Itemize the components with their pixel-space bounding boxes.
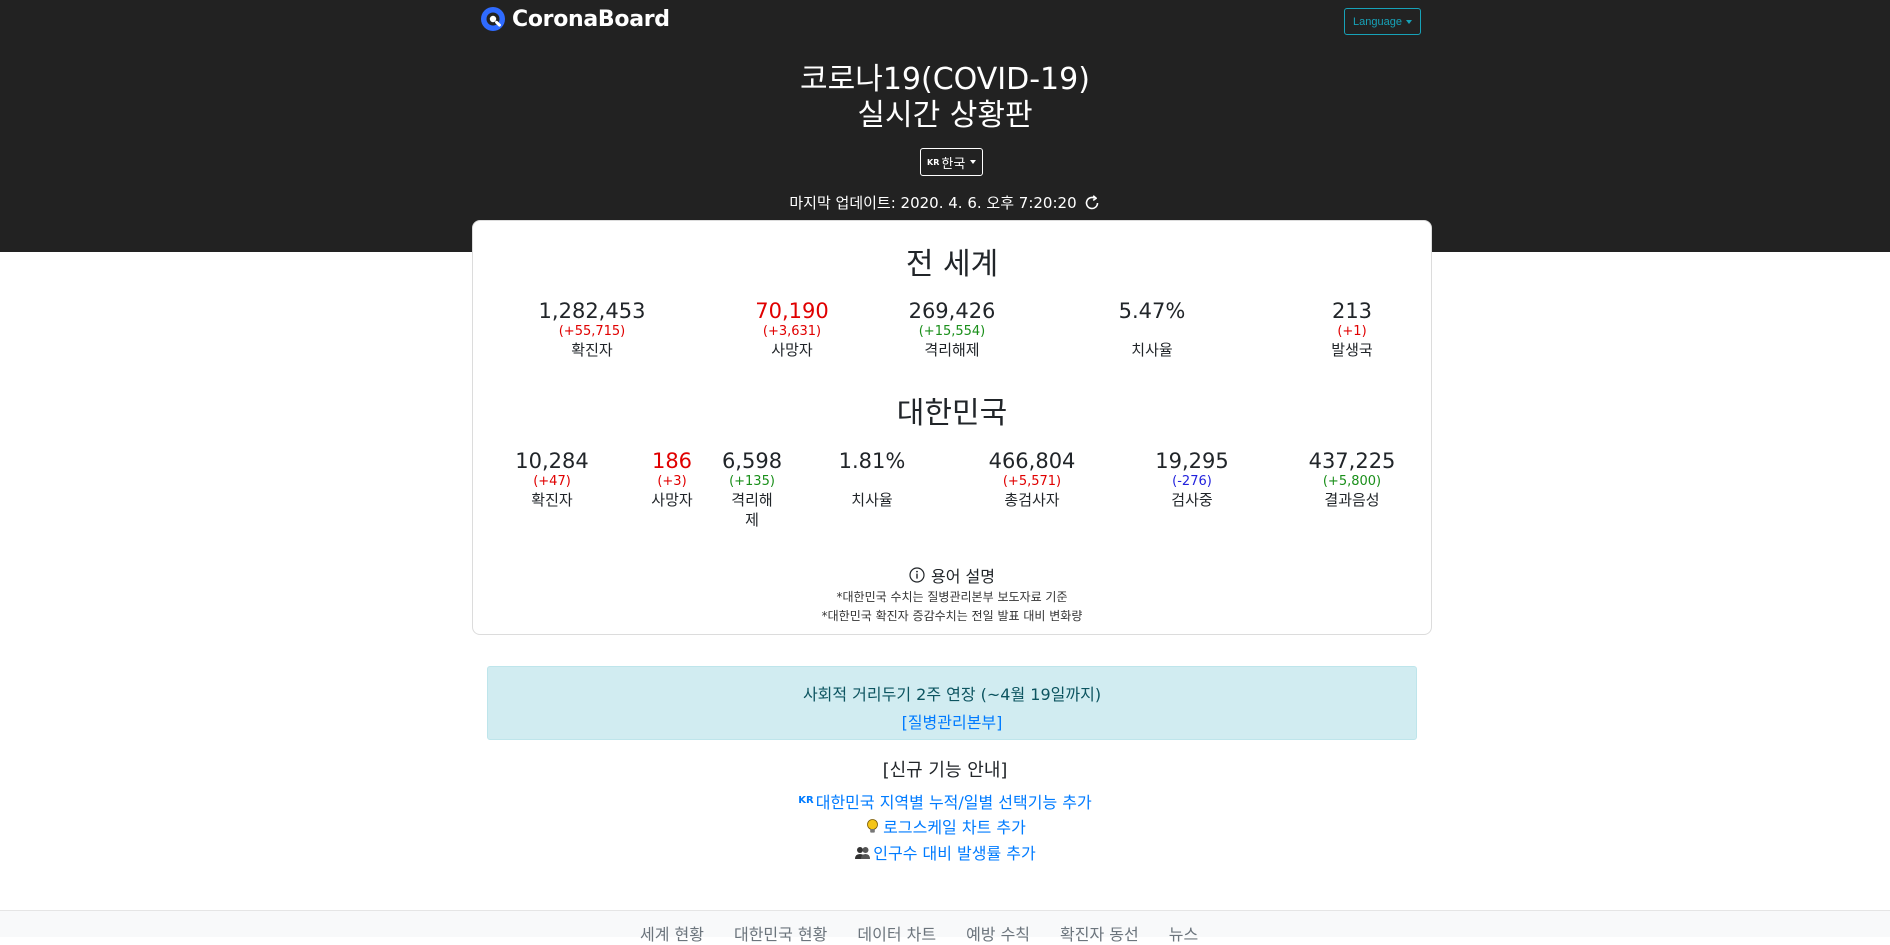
- page-title: 코로나19(COVID-19) 실시간 상황판: [0, 62, 1890, 134]
- stat-value: 1.81%: [838, 449, 906, 473]
- stat-delta: (+5,800): [1322, 474, 1382, 489]
- feature-link-logscale[interactable]: 로그스케일 차트 추가: [864, 814, 1026, 838]
- nav-item-charts[interactable]: 데이터 차트: [857, 921, 936, 945]
- nav-item-prevention[interactable]: 예방 수칙: [966, 921, 1030, 945]
- terms-label: 용어 설명: [931, 567, 995, 586]
- stat-label: 총검사자: [1004, 491, 1060, 509]
- refresh-icon[interactable]: [1083, 194, 1101, 212]
- kr-flag-icon: KR: [798, 795, 814, 806]
- alert-text: 사회적 거리두기 2주 연장 (~4월 19일까지): [802, 685, 1102, 704]
- korea-stat-negative: 437,225 (+5,800) 결과음성: [1309, 449, 1396, 510]
- stat-delta: (+3): [657, 474, 687, 489]
- korea-stat-total-tested: 466,804 (+5,571) 총검사자: [989, 449, 1076, 510]
- lightbulb-icon: [867, 818, 879, 833]
- kr-flag-icon: KR: [927, 157, 940, 167]
- stat-delta: [839, 473, 906, 490]
- alert-source-link[interactable]: [질병관리본부]: [488, 709, 1416, 733]
- stat-label: 격리해제: [924, 341, 980, 359]
- stat-label: 치사율: [851, 491, 893, 509]
- coronaboard-logo-icon: [481, 7, 505, 31]
- stat-value: 5.47%: [1118, 299, 1186, 323]
- feature-text: 대한민국 지역별 누적/일별 선택기능 추가: [815, 792, 1092, 812]
- stat-delta: (+135): [729, 474, 775, 489]
- stat-delta: [1119, 323, 1186, 340]
- stat-delta: (-276): [1172, 474, 1212, 489]
- announcement-alert: 사회적 거리두기 2주 연장 (~4월 19일까지) [질병관리본부]: [487, 666, 1417, 740]
- feature-item-population: 인구수 대비 발생률 추가: [0, 840, 1890, 865]
- stat-delta: (+1): [1337, 324, 1367, 339]
- feature-item-logscale: 로그스케일 차트 추가: [0, 814, 1890, 839]
- stat-label: 발생국: [1331, 341, 1373, 359]
- world-stat-deaths: 70,190 (+3,631) 사망자: [755, 299, 828, 360]
- nav-item-korea[interactable]: 대한민국 현황: [734, 921, 827, 945]
- stats-card: 전 세계 1,282,453 (+55,715) 확진자 70,190 (+3,…: [472, 220, 1432, 635]
- stat-label-line2: 제: [745, 511, 759, 529]
- stat-delta: (+47): [533, 474, 571, 489]
- stat-value: 437,225: [1308, 449, 1396, 473]
- world-stat-fatality-rate: 5.47% 치사율: [1119, 299, 1186, 360]
- last-updated: 마지막 업데이트: 2020. 4. 6. 오후 7:20:20: [0, 192, 1890, 213]
- korea-stat-deaths: 186 (+3) 사망자: [651, 449, 692, 510]
- footer-nav-list: 세계 현황 대한민국 현황 데이터 차트 예방 수칙 확진자 동선 뉴스: [640, 921, 1198, 945]
- stat-value: 19,295: [1155, 449, 1229, 473]
- stat-value: 269,426: [908, 299, 996, 323]
- world-stat-countries: 213 (+1) 발생국: [1331, 299, 1372, 360]
- stat-delta: (+15,554): [918, 324, 986, 339]
- nav-item-news[interactable]: 뉴스: [1169, 921, 1198, 945]
- korea-stat-testing: 19,295 (-276) 검사중: [1155, 449, 1228, 510]
- korea-stat-fatality-rate: 1.81% 치사율: [839, 449, 906, 510]
- korea-section-title: 대한민국: [896, 396, 1008, 431]
- people-icon: [855, 846, 871, 859]
- stat-label: 치사율: [1131, 341, 1173, 359]
- stat-label: 결과음성: [1324, 491, 1380, 509]
- info-icon: [909, 567, 925, 583]
- feature-text: 인구수 대비 발생률 추가: [873, 844, 1036, 863]
- stat-value: 186: [651, 449, 693, 473]
- country-label: 한국: [941, 156, 966, 172]
- stat-value: 70,190: [755, 299, 829, 323]
- change-note: *대한민국 확진자 증감수치는 전일 발표 대비 변화량: [821, 609, 1083, 623]
- page-title-line2: 실시간 상황판: [857, 98, 1033, 133]
- stat-value: 213: [1331, 299, 1373, 323]
- stat-label: 사망자: [771, 341, 813, 359]
- stat-label: 확진자: [571, 341, 613, 359]
- korea-stat-recovered: 6,598 (+135) 격리해 제: [722, 449, 782, 530]
- stat-value: 1,282,453: [538, 299, 646, 323]
- language-button-label: Language: [1353, 15, 1402, 28]
- new-features-title: [신규 기능 안내]: [882, 760, 1008, 781]
- bottom-navigation: 세계 현황 대한민국 현황 데이터 차트 예방 수칙 확진자 동선 뉴스: [0, 910, 1890, 944]
- stat-value: 10,284: [515, 449, 589, 473]
- last-updated-text: 마지막 업데이트: 2020. 4. 6. 오후 7:20:20: [789, 194, 1077, 212]
- world-stat-confirmed: 1,282,453 (+55,715) 확진자: [539, 299, 646, 360]
- page-title-line1: 코로나19(COVID-19): [800, 62, 1090, 97]
- source-note: *대한민국 수치는 질병관리본부 보도자료 기준: [836, 590, 1068, 604]
- stat-delta: (+55,715): [558, 324, 626, 339]
- world-section-title: 전 세계: [905, 247, 999, 282]
- korea-stat-confirmed: 10,284 (+47) 확진자: [515, 449, 588, 510]
- nav-item-routes[interactable]: 확진자 동선: [1060, 921, 1139, 945]
- feature-link-population[interactable]: 인구수 대비 발생률 추가: [854, 840, 1036, 864]
- stat-label-line1: 격리해: [731, 491, 773, 509]
- feature-text: 로그스케일 차트 추가: [883, 818, 1026, 837]
- language-dropdown-button[interactable]: Language: [1344, 8, 1421, 35]
- stat-value: 6,598: [721, 449, 783, 473]
- world-stat-recovered: 269,426 (+15,554) 격리해제: [909, 299, 996, 360]
- feature-item-region: KR 대한민국 지역별 누적/일별 선택기능 추가: [0, 788, 1890, 813]
- brand-name: CoronaBoard: [512, 6, 670, 32]
- stat-delta: (+5,571): [1002, 474, 1062, 489]
- stat-delta: (+3,631): [762, 324, 822, 339]
- country-dropdown-button[interactable]: KR 한국: [920, 148, 984, 176]
- stat-value: 466,804: [988, 449, 1076, 473]
- stat-label: 검사중: [1171, 491, 1213, 509]
- terms-explanation-link[interactable]: 용어 설명: [473, 563, 1431, 587]
- caret-down-icon: [970, 160, 977, 164]
- nav-item-world[interactable]: 세계 현황: [640, 921, 704, 945]
- stat-label: 사망자: [651, 491, 693, 509]
- caret-down-icon: [1405, 19, 1412, 24]
- feature-link-region[interactable]: KR 대한민국 지역별 누적/일별 선택기능 추가: [798, 789, 1091, 813]
- stat-label: 확진자: [531, 491, 573, 509]
- brand-logo-link[interactable]: CoronaBoard: [480, 6, 670, 32]
